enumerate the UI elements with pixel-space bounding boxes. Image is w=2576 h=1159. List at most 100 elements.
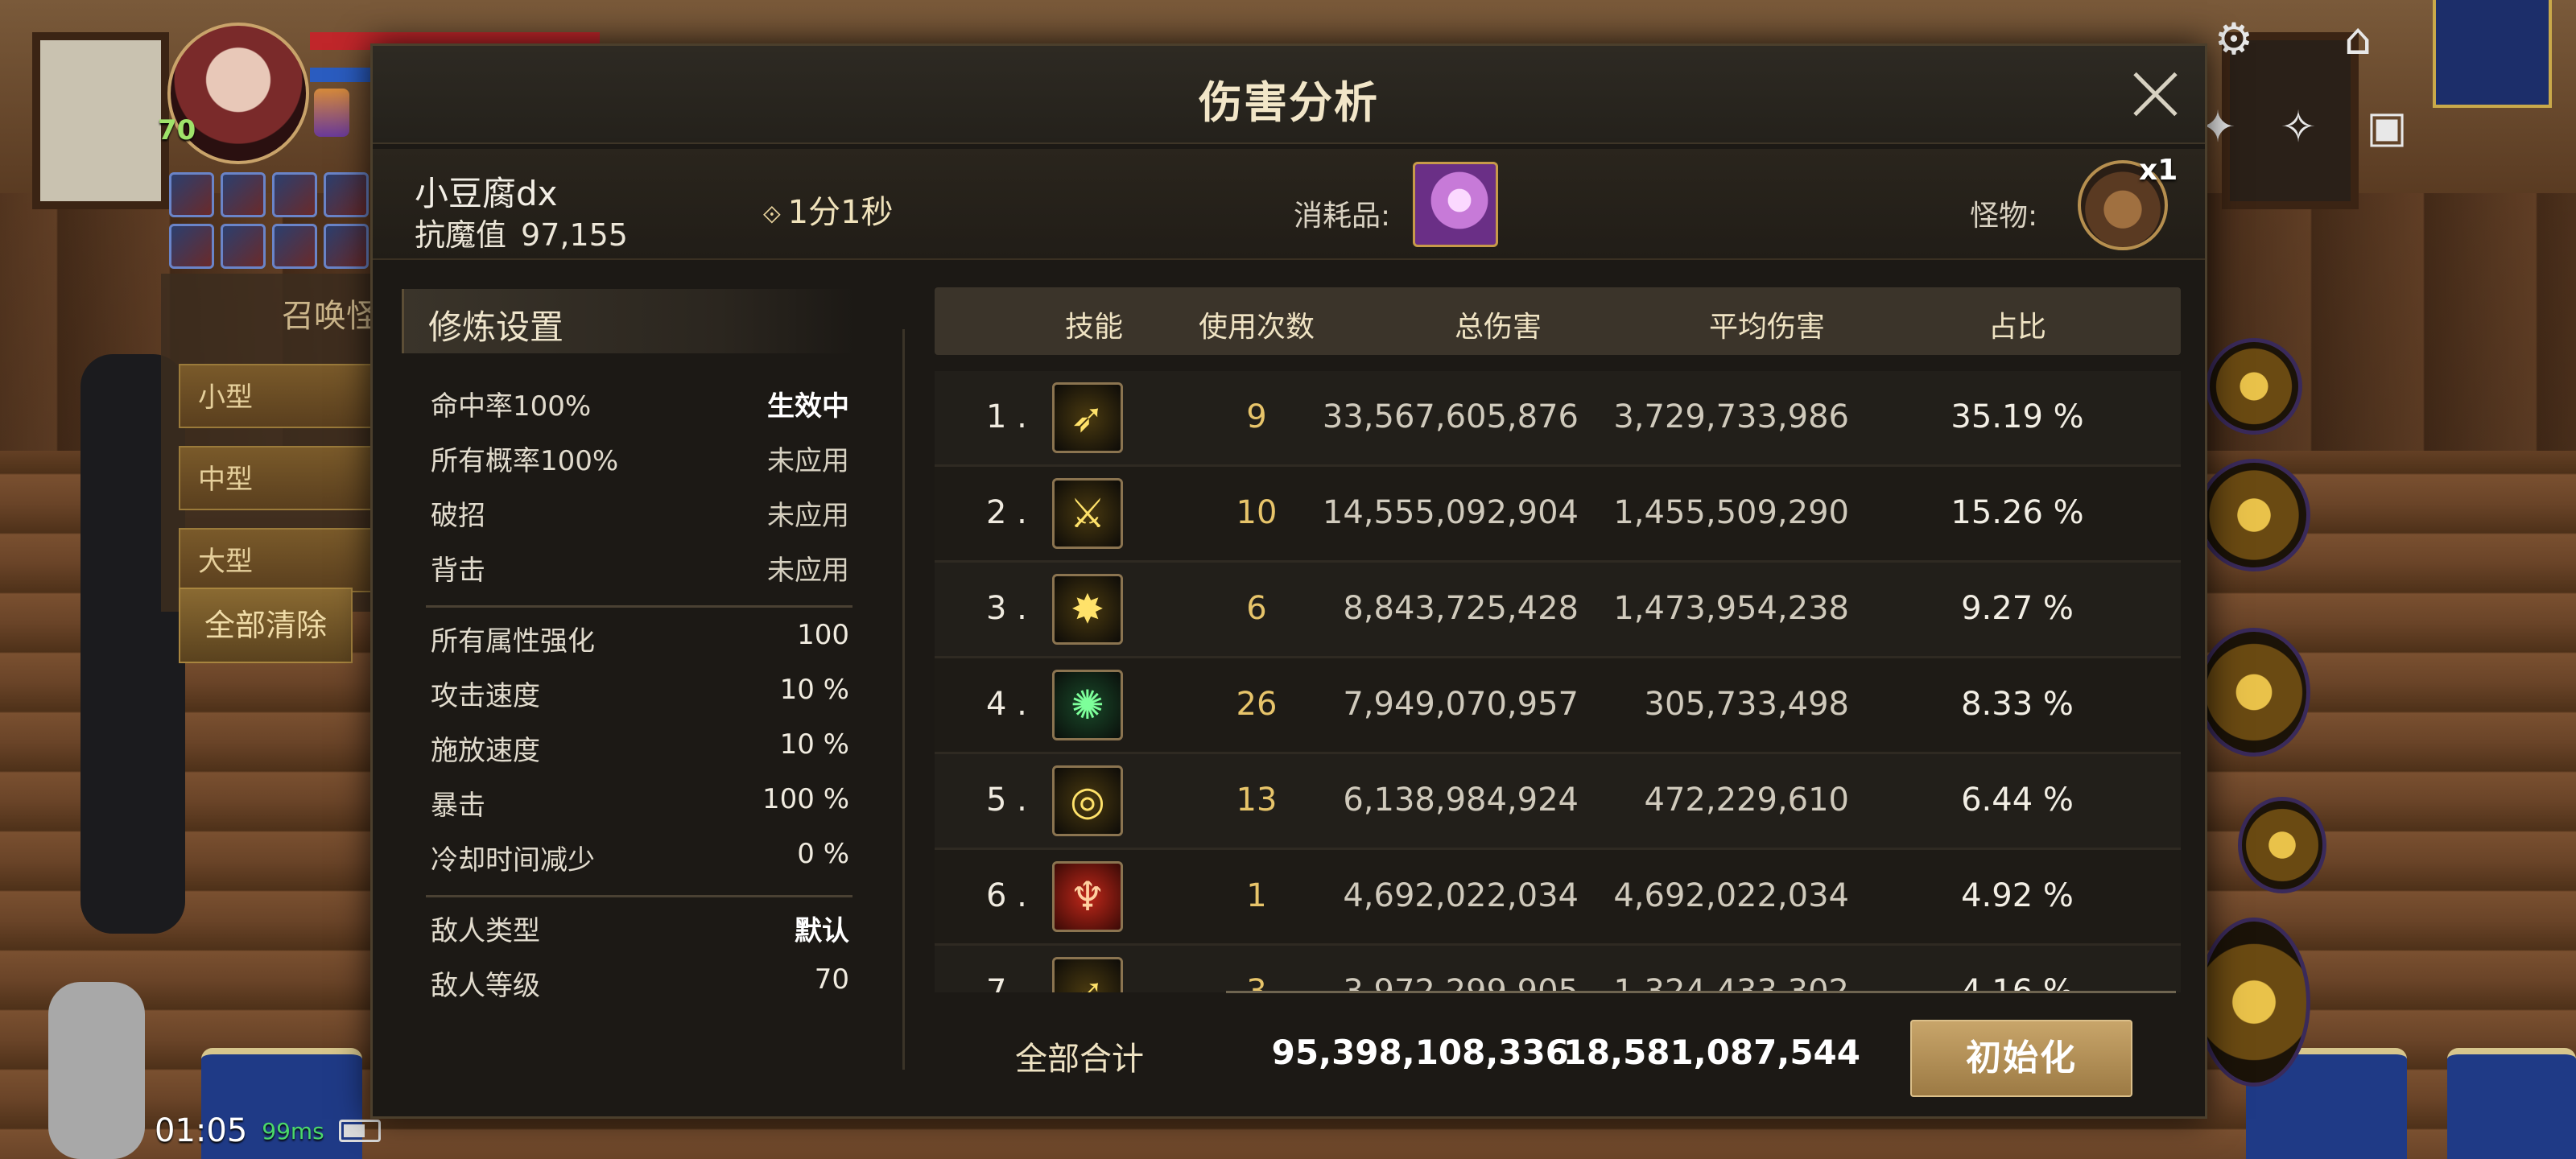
setting-row[interactable]: 所有概率100% 未应用 [431,431,849,479]
setting-value: 生效中 [767,390,849,423]
row-uses: 1 [1246,877,1267,914]
summon-small-button[interactable]: 小型 [179,364,372,428]
consumable-label: 消耗品: [1294,200,1391,233]
buff-icon [169,224,214,269]
wind-skill-icon: ✺ [1052,670,1123,740]
mp-bar [310,68,374,82]
setting-label: 冷却时间减少 [431,844,595,876]
setting-value: 默认 [795,915,849,947]
table-row[interactable]: 2 . ⚔ 10 14,555,092,904 1,455,509,290 15… [935,467,2181,563]
setting-value: 0 % [797,838,849,870]
skill-button[interactable] [2206,338,2302,435]
setting-label: 背击 [431,555,485,587]
setting-label: 所有属性强化 [431,625,595,658]
settings-divider [426,605,852,608]
clear-all-button[interactable]: 全部清除 [179,588,353,663]
setting-row[interactable]: 所有属性强化 100 [431,611,849,659]
row-rank: 3 . [986,590,1027,627]
row-uses: 13 [1236,782,1278,819]
slash-skill-icon: ➶ [1052,382,1123,453]
resist-label: 抗魔值 [415,217,507,253]
table-row[interactable]: 3 . ✸ 6 8,843,725,428 1,473,954,238 9.27… [935,563,2181,658]
setting-label: 攻击速度 [431,680,540,712]
buff-icon [221,172,266,217]
resist-stat: 抗魔值 97,155 [415,210,628,254]
row-avg: 305,733,498 [1644,686,1849,723]
setting-row[interactable]: 敌人等级 70 [431,955,849,1004]
skill-button[interactable] [2198,918,2310,1087]
row-ratio: 4.16 % [1961,973,2074,992]
setting-row[interactable]: 命中率100% 生效中 [431,376,849,424]
table-row[interactable]: 6 . ♆ 1 4,692,022,034 4,692,022,034 4.92… [935,850,2181,946]
header-total: 总伤害 [1454,311,1542,344]
row-avg: 4,692,022,034 [1613,877,1849,914]
setting-value: 70 [814,963,849,996]
setting-row[interactable]: 冷却时间减少 0 % [431,830,849,878]
row-ratio: 35.19 % [1951,398,2084,435]
blue-barrel [2447,1048,2576,1159]
setting-row[interactable]: 攻击速度 10 % [431,666,849,714]
row-avg: 3,729,733,986 [1613,398,1849,435]
table-bottom-edge [1226,991,2176,993]
setting-row[interactable]: 破招 未应用 [431,485,849,534]
row-total: 6,138,984,924 [1343,782,1579,819]
buff-icon [169,172,214,217]
setting-value: 100 % [762,783,849,815]
gear-icon[interactable]: ⚙ [2206,14,2262,64]
setting-row[interactable]: 暴击 100 % [431,775,849,823]
buff-icon [324,172,369,217]
setting-label: 敌人类型 [431,915,540,947]
home-icon[interactable]: ⌂ [2330,14,2386,64]
setting-row[interactable]: 背击 未应用 [431,540,849,588]
summon-medium-button[interactable]: 中型 [179,446,372,510]
skill-button[interactable] [2198,459,2310,571]
setting-value: 未应用 [767,445,849,477]
ping-text: 99ms [262,1117,324,1145]
monster-count: x1 [2139,154,2178,187]
row-rank: 6 . [986,877,1027,914]
row-total: 7,949,070,957 [1343,686,1579,723]
inventory-icon[interactable]: ▣ [2359,98,2415,155]
reset-button[interactable]: 初始化 [1910,1020,2132,1097]
close-icon[interactable] [2124,64,2186,125]
setting-label: 破招 [431,500,485,532]
row-total: 4,692,022,034 [1343,877,1579,914]
table-row[interactable]: 7 . ➹ 3 3,972,299,905 1,324,433,302 4.16… [935,946,2181,992]
star-icon[interactable]: ✧ [2270,98,2326,155]
settings-title: 修炼设置 [428,307,564,347]
setting-label: 施放速度 [431,735,540,767]
row-total: 8,843,725,428 [1343,590,1579,627]
damage-table-body[interactable]: 1 . ➶ 9 33,567,605,876 3,729,733,986 35.… [935,371,2181,992]
setting-value: 10 % [779,728,849,761]
summon-large-button[interactable]: 大型 [179,528,372,592]
setting-row[interactable]: 施放速度 10 % [431,720,849,769]
potion-icon[interactable] [314,89,349,137]
buff-icon [272,224,317,269]
header-avg: 平均伤害 [1708,311,1826,344]
player-name: 小豆腐dx [415,174,558,213]
header-uses: 使用次数 [1198,311,1315,344]
table-row[interactable]: 5 . ◎ 13 6,138,984,924 472,229,610 6.44 … [935,754,2181,850]
header-skill: 技能 [1064,311,1124,344]
vortex-skill-icon: ◎ [1052,765,1123,836]
row-uses: 10 [1236,494,1278,531]
damage-analysis-dialog: 伤害分析 小豆腐dx 抗魔值 97,155 ⟐ 1分1秒 消耗品: 怪物: x1 修… [370,43,2207,1119]
skill-button[interactable] [2198,628,2310,757]
duration: ⟐ 1分1秒 [762,186,894,233]
resist-value: 97,155 [521,217,628,253]
table-row[interactable]: 4 . ✺ 26 7,949,070,957 305,733,498 8.33 … [935,658,2181,754]
background-window [32,32,169,209]
setting-value: 10 % [779,674,849,706]
dialog-header: 伤害分析 [373,46,2205,144]
row-avg: 1,324,433,302 [1613,973,1849,992]
guild-flag [2433,0,2552,108]
table-row[interactable]: 1 . ➶ 9 33,567,605,876 3,729,733,986 35.… [935,371,2181,467]
skill-button[interactable] [2238,797,2326,893]
clock-text: 01:05 [155,1112,248,1149]
strike-skill-icon: ➹ [1052,957,1123,992]
setting-row[interactable]: 敌人类型 默认 [431,901,849,949]
monster-label: 怪物: [1970,200,2038,233]
consumable-item-icon[interactable] [1413,162,1498,247]
settings-title-bar: 修炼设置 [402,289,855,353]
row-uses: 3 [1246,973,1267,992]
